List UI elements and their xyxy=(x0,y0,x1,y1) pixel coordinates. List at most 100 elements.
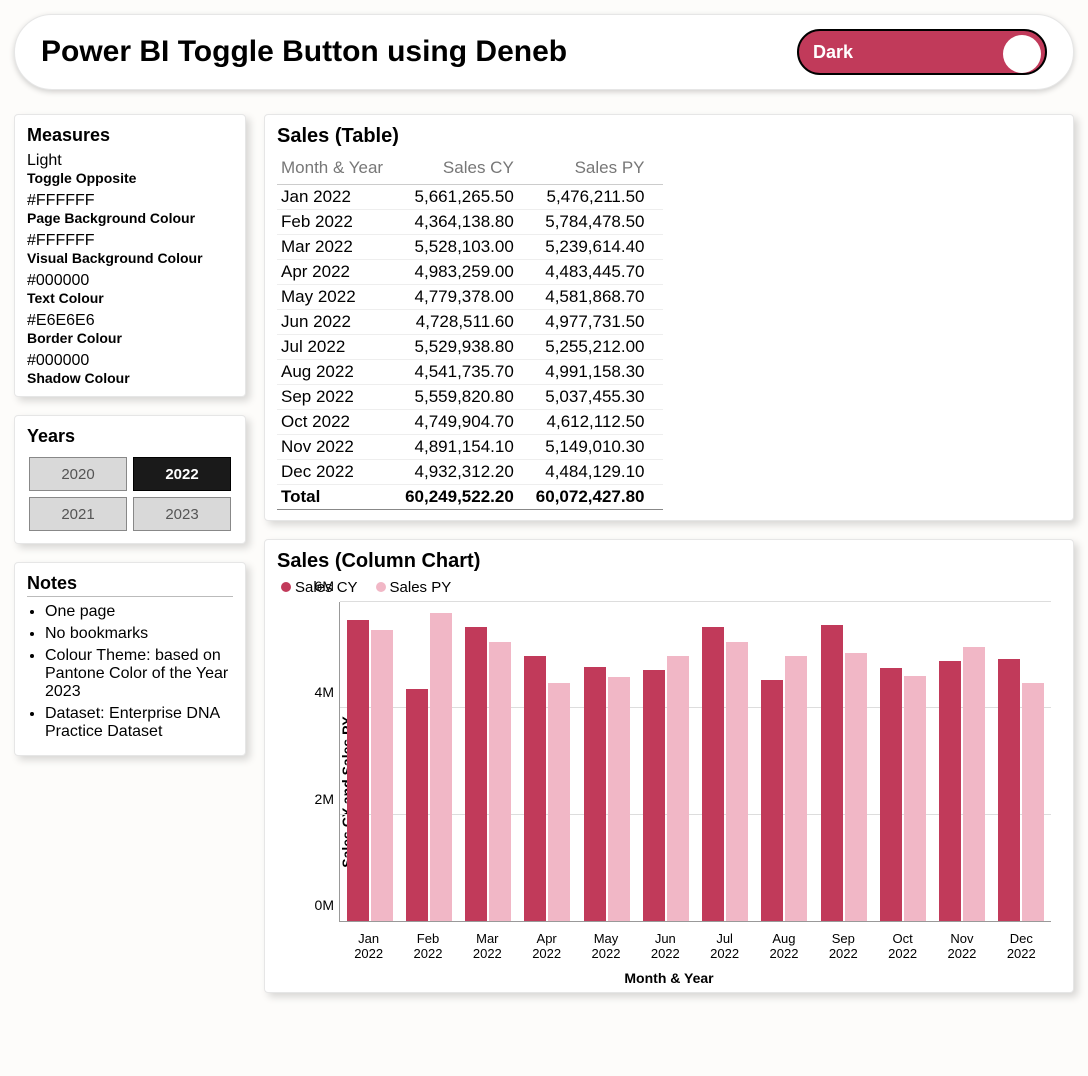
table-total-cell: 60,072,427.80 xyxy=(532,485,663,510)
table-cell: Oct 2022 xyxy=(277,410,401,435)
table-total-cell: 60,249,522.20 xyxy=(401,485,532,510)
measure-label: Border Colour xyxy=(27,330,233,346)
theme-toggle[interactable]: Dark xyxy=(797,29,1047,75)
note-item: No bookmarks xyxy=(45,625,233,643)
year-button-2023[interactable]: 2023 xyxy=(133,497,231,531)
table-cell: Feb 2022 xyxy=(277,210,401,235)
chart-bar-group xyxy=(577,602,636,921)
chart-bar xyxy=(1022,683,1044,921)
table-cell: 4,991,158.30 xyxy=(532,360,663,385)
table-cell: 5,529,938.80 xyxy=(401,335,532,360)
chart-bar xyxy=(465,627,487,921)
chart-bar-group xyxy=(814,602,873,921)
chart-bar-group xyxy=(696,602,755,921)
chart-y-tick: 2M xyxy=(298,791,334,807)
chart-bar xyxy=(939,661,961,921)
measure-label: Text Colour xyxy=(27,290,233,306)
table-cell: 5,661,265.50 xyxy=(401,185,532,210)
chart-x-tick: Oct2022 xyxy=(873,931,932,962)
chart-x-tick: Mar2022 xyxy=(458,931,517,962)
chart-y-tick: 6M xyxy=(298,578,334,594)
chart-bar-group xyxy=(873,602,932,921)
notes-card: Notes One pageNo bookmarksColour Theme: … xyxy=(14,562,246,756)
legend-swatch-py-icon xyxy=(376,582,386,592)
note-item: One page xyxy=(45,603,233,621)
chart-bar xyxy=(904,676,926,921)
table-cell: 4,484,129.10 xyxy=(532,460,663,485)
measure-label: Page Background Colour xyxy=(27,210,233,226)
chart-bar xyxy=(548,683,570,921)
table-cell: 4,483,445.70 xyxy=(532,260,663,285)
chart-bar-group xyxy=(340,602,399,921)
chart-bar-group xyxy=(399,602,458,921)
chart-bar xyxy=(761,680,783,921)
notes-title: Notes xyxy=(27,573,233,597)
table-cell: 5,528,103.00 xyxy=(401,235,532,260)
table-cell: Nov 2022 xyxy=(277,435,401,460)
table-cell: 5,784,478.50 xyxy=(532,210,663,235)
chart-bar xyxy=(845,653,867,921)
table-row: Dec 20224,932,312.204,484,129.10 xyxy=(277,460,663,485)
table-cell: 4,749,904.70 xyxy=(401,410,532,435)
chart-bar xyxy=(406,689,428,921)
sales-chart-title: Sales (Column Chart) xyxy=(277,550,1061,573)
years-title: Years xyxy=(27,426,233,447)
chart-bar xyxy=(430,613,452,921)
table-cell: 5,239,614.40 xyxy=(532,235,663,260)
year-button-2020[interactable]: 2020 xyxy=(29,457,127,491)
chart-bar xyxy=(371,630,393,921)
table-cell: Aug 2022 xyxy=(277,360,401,385)
measure-value: #E6E6E6 xyxy=(27,312,233,330)
table-cell: Apr 2022 xyxy=(277,260,401,285)
table-cell: Dec 2022 xyxy=(277,460,401,485)
chart-x-tick: Dec2022 xyxy=(992,931,1051,962)
chart-bar-group xyxy=(933,602,992,921)
table-cell: 5,476,211.50 xyxy=(532,185,663,210)
chart-bar xyxy=(667,656,689,921)
header-bar: Power BI Toggle Button using Deneb Dark xyxy=(14,14,1074,90)
table-cell: Mar 2022 xyxy=(277,235,401,260)
chart-x-tick: Nov2022 xyxy=(932,931,991,962)
chart-bar xyxy=(489,642,511,921)
table-cell: 4,977,731.50 xyxy=(532,310,663,335)
measure-value: #FFFFFF xyxy=(27,232,233,250)
sales-table: Month & YearSales CYSales PY Jan 20225,6… xyxy=(277,154,663,510)
column-chart: Sales CY and Sales PY 0M2M4M6M Jan2022Fe… xyxy=(277,602,1061,982)
chart-bar-group xyxy=(636,602,695,921)
chart-x-tick: Jun2022 xyxy=(636,931,695,962)
chart-bar xyxy=(785,656,807,921)
chart-x-tick: Aug2022 xyxy=(754,931,813,962)
chart-x-tick: Jan2022 xyxy=(339,931,398,962)
table-row: Sep 20225,559,820.805,037,455.30 xyxy=(277,385,663,410)
chart-x-tick: May2022 xyxy=(576,931,635,962)
chart-bar xyxy=(524,656,546,921)
table-cell: 4,983,259.00 xyxy=(401,260,532,285)
measures-card: Measures LightToggle Opposite#FFFFFFPage… xyxy=(14,114,246,397)
page-title: Power BI Toggle Button using Deneb xyxy=(41,35,567,69)
table-total-row: Total60,249,522.2060,072,427.80 xyxy=(277,485,663,510)
sales-table-title: Sales (Table) xyxy=(277,125,1061,148)
chart-bar xyxy=(702,627,724,921)
table-total-cell: Total xyxy=(277,485,401,510)
chart-x-axis-label: Month & Year xyxy=(277,970,1061,986)
table-row: Aug 20224,541,735.704,991,158.30 xyxy=(277,360,663,385)
chart-bar xyxy=(347,620,369,921)
chart-bar xyxy=(821,625,843,921)
table-row: May 20224,779,378.004,581,868.70 xyxy=(277,285,663,310)
table-header: Sales PY xyxy=(532,154,663,185)
chart-bar xyxy=(584,667,606,921)
table-cell: 4,932,312.20 xyxy=(401,460,532,485)
chart-bar xyxy=(998,659,1020,921)
legend-swatch-cy-icon xyxy=(281,582,291,592)
table-cell: 5,255,212.00 xyxy=(532,335,663,360)
toggle-knob-icon xyxy=(1003,35,1041,73)
table-cell: Sep 2022 xyxy=(277,385,401,410)
table-row: Apr 20224,983,259.004,483,445.70 xyxy=(277,260,663,285)
table-cell: 4,779,378.00 xyxy=(401,285,532,310)
measures-title: Measures xyxy=(27,125,233,146)
measure-label: Visual Background Colour xyxy=(27,250,233,266)
year-button-2022[interactable]: 2022 xyxy=(133,457,231,491)
note-item: Dataset: Enterprise DNA Practice Dataset xyxy=(45,705,233,741)
year-button-2021[interactable]: 2021 xyxy=(29,497,127,531)
table-row: Jun 20224,728,511.604,977,731.50 xyxy=(277,310,663,335)
